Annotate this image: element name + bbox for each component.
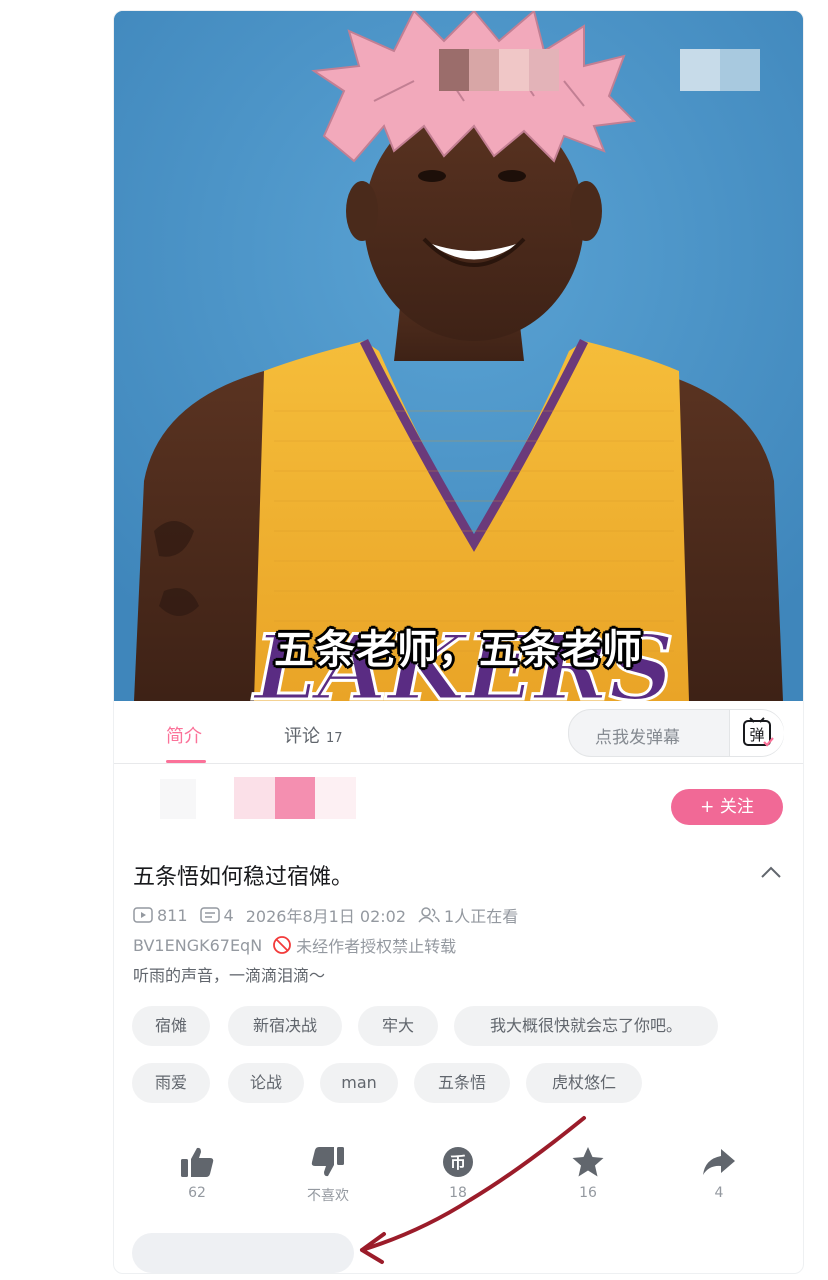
tab-intro-label: 简介	[166, 726, 202, 747]
tab-comments[interactable]: 评论 17	[284, 722, 343, 748]
share-count: 4	[714, 1185, 724, 1201]
tag-chip[interactable]: 牢大	[358, 1006, 438, 1046]
like-button[interactable]: 62	[157, 1145, 237, 1201]
follow-button[interactable]: + 关注	[671, 789, 783, 825]
coin-button[interactable]: 币 18	[418, 1145, 498, 1201]
tag-chip[interactable]: 新宿决战	[228, 1006, 342, 1046]
video-meta: 811 4 2026年8月1日 02:02 1人正在看	[133, 903, 530, 927]
tab-comments-label: 评论	[284, 726, 320, 747]
no-repost-icon	[273, 936, 292, 954]
favorite-count: 16	[579, 1185, 597, 1201]
video-description: 听雨的声音，一滴滴泪滴～	[133, 966, 326, 985]
share-icon	[703, 1149, 735, 1175]
danmaku-count-icon	[199, 907, 220, 923]
danmaku-input[interactable]: 点我发弹幕 弹	[568, 709, 784, 757]
tag-chip[interactable]: 论战	[228, 1063, 304, 1103]
danmaku-placeholder: 点我发弹幕	[595, 728, 680, 748]
thumbs-down-icon	[311, 1147, 344, 1177]
redacted-bar	[132, 1233, 354, 1273]
danmaku-icon: 弹	[743, 717, 774, 747]
favorite-button[interactable]: 16	[548, 1145, 628, 1201]
uploader-row: + 关注	[114, 763, 803, 843]
like-count: 62	[188, 1185, 206, 1201]
svg-text:弹: 弹	[749, 726, 764, 744]
tab-intro[interactable]: 简介	[166, 722, 202, 748]
coin-count: 18	[449, 1185, 467, 1201]
redacted-watermark-right	[680, 49, 760, 91]
redacted-uploader-avatar	[160, 779, 196, 819]
view-count: 811	[157, 905, 188, 925]
people-icon	[418, 907, 440, 923]
tag-chip[interactable]: man	[320, 1063, 398, 1103]
redacted-uploader-name	[234, 777, 357, 819]
video-subtitle: 五条老师，五条老师	[274, 626, 643, 673]
watching-count: 1人正在看	[444, 907, 519, 926]
bvid: BV1ENGK67EqN	[133, 935, 263, 955]
dislike-button[interactable]: 不喜欢	[288, 1145, 368, 1205]
redacted-watermark	[439, 49, 559, 91]
tag-chip[interactable]: 雨爱	[132, 1063, 210, 1103]
danmaku-toggle-button[interactable]: 弹	[729, 710, 784, 756]
tab-comments-count: 17	[326, 731, 343, 746]
coin-icon: 币	[443, 1147, 473, 1177]
tag-chip[interactable]: 五条悟	[414, 1063, 510, 1103]
video-title: 五条悟如何稳过宿傩。	[133, 865, 354, 890]
copyright-notice: 未经作者授权禁止转载	[296, 937, 457, 956]
svg-text:币: 币	[450, 1153, 466, 1172]
danmaku-count: 4	[223, 905, 234, 925]
chevron-up-icon[interactable]	[760, 865, 782, 879]
thumbs-up-icon	[181, 1147, 214, 1177]
copyright-row: BV1ENGK67EqN 未经作者授权禁止转载	[133, 933, 456, 957]
tag-chip[interactable]: 我大概很快就会忘了你吧。	[454, 1006, 718, 1046]
star-icon	[572, 1147, 604, 1177]
tag-chip[interactable]: 宿傩	[132, 1006, 210, 1046]
dislike-label: 不喜欢	[307, 1188, 349, 1204]
video-player[interactable]: LAKERS 五条老师，五条老师	[114, 11, 803, 701]
tag-chip[interactable]: 虎杖悠仁	[526, 1063, 642, 1103]
publish-datetime: 2026年8月1日 02:02	[245, 907, 407, 926]
share-button[interactable]: 4	[679, 1145, 759, 1201]
phone-frame: LAKERS 五条老师，五条老师 简介 评论 17 点我发弹幕 弹 + 关注 五…	[113, 10, 804, 1274]
video-frame-image: LAKERS	[114, 11, 803, 701]
play-count-icon	[133, 907, 153, 923]
tab-bar: 简介 评论 17 点我发弹幕 弹	[114, 701, 803, 764]
